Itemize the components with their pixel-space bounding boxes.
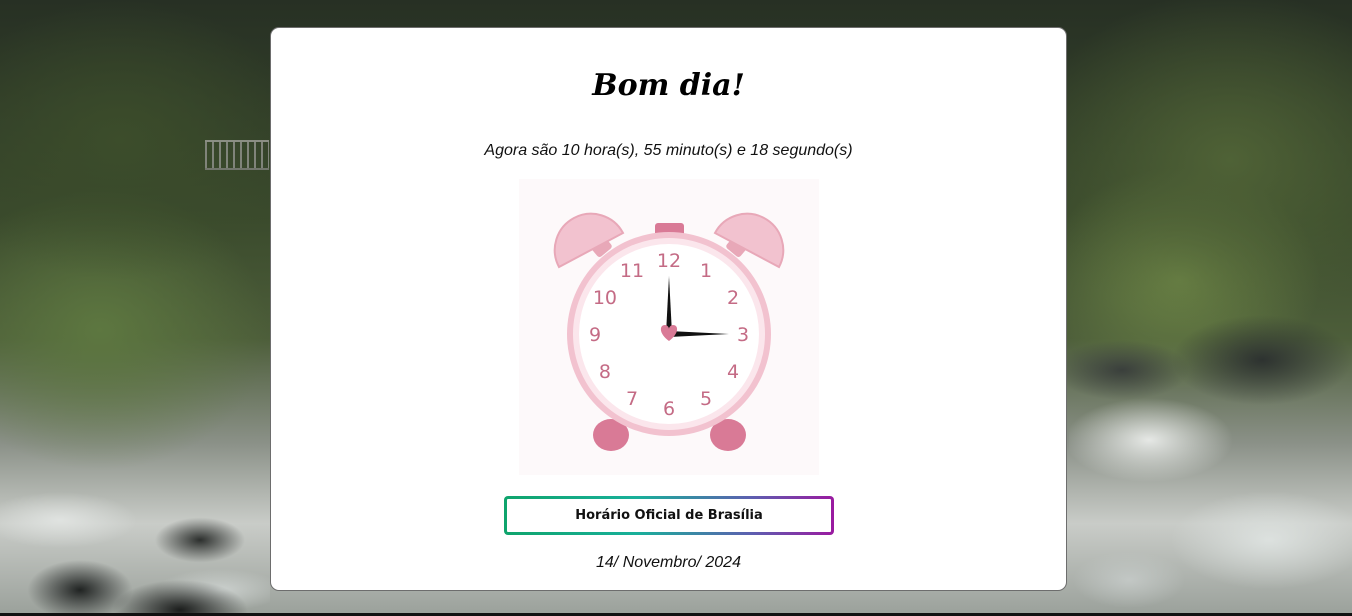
clock-numeral: 1: [700, 260, 712, 282]
clock-numeral: 4: [727, 361, 739, 383]
clock-numeral: 2: [727, 287, 739, 309]
greeting-title: Bom dia!: [592, 68, 745, 103]
clock-numeral: 10: [593, 287, 617, 309]
clock-numeral: 8: [599, 361, 611, 383]
clock-numeral: 9: [589, 324, 601, 346]
background-bridge: [205, 140, 269, 170]
clock-numeral: 11: [620, 260, 644, 282]
clock-numeral: 12: [657, 250, 681, 272]
alarm-clock-image: 12 1 2 3 4 5 6 7 8 9 10 11: [519, 179, 819, 475]
current-date-text: 14/ Novembro/ 2024: [596, 554, 741, 571]
main-card: Bom dia! Agora são 10 hora(s), 55 minuto…: [270, 27, 1067, 591]
background-water-right: [1069, 380, 1352, 616]
alarm-clock-icon: 12 12 3 45 6 78 9 1011: [553, 212, 785, 451]
clock-numeral: 3: [737, 324, 749, 346]
clock-numeral: 6: [663, 398, 675, 420]
background-rocks-left: [0, 470, 270, 616]
current-time-text: Agora são 10 hora(s), 55 minuto(s) e 18 …: [484, 142, 853, 159]
clock-numeral: 5: [700, 388, 712, 410]
clock-numeral: 7: [626, 388, 638, 410]
official-time-button[interactable]: Horário Oficial de Brasília: [504, 496, 834, 535]
